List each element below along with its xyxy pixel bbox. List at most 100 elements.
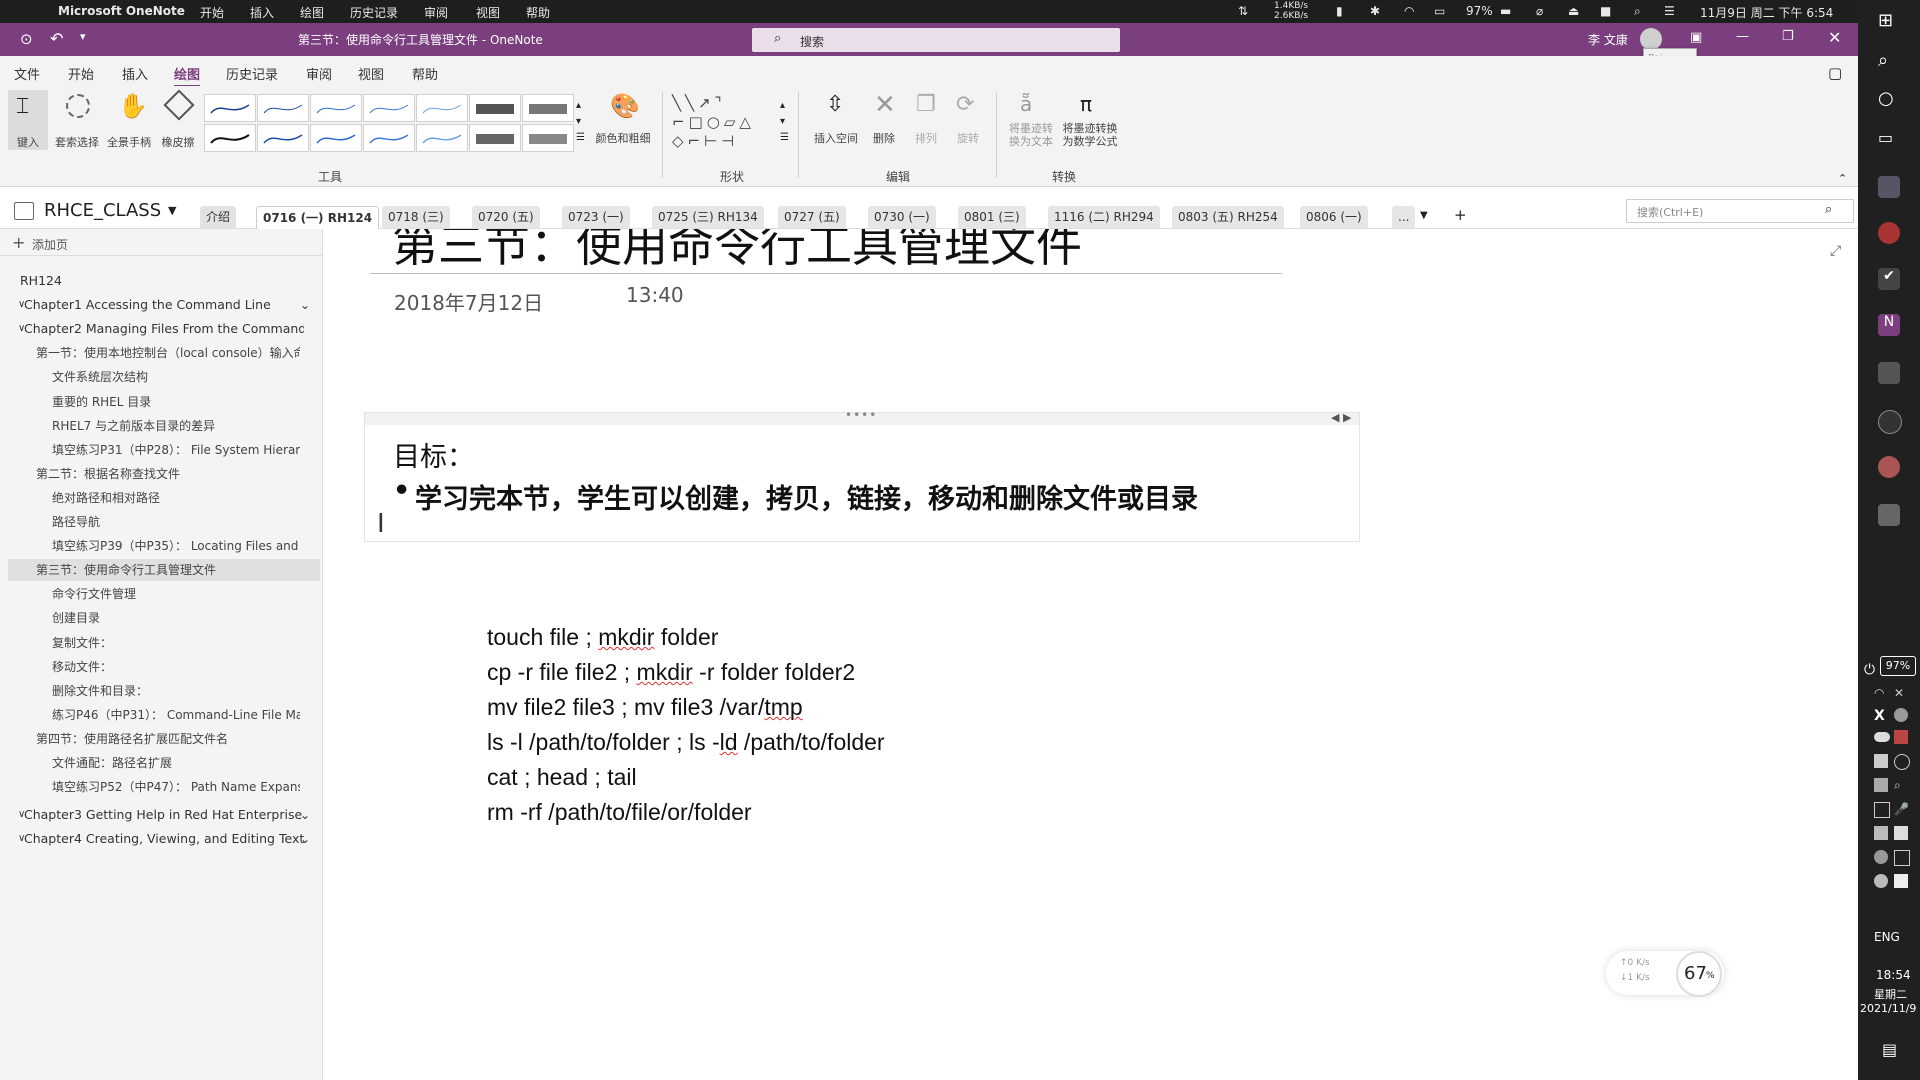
ribbon-display-icon[interactable]: ▣ bbox=[1690, 30, 1702, 45]
app-icon[interactable] bbox=[1878, 410, 1902, 434]
menu-review[interactable]: 审阅 bbox=[424, 4, 448, 21]
sections-dropdown-icon[interactable]: ▼ bbox=[1420, 210, 1428, 221]
speed-widget[interactable]: ↑0 K/s ↓1 K/s 67 % bbox=[1606, 951, 1724, 997]
tray-app-icon[interactable] bbox=[1894, 874, 1908, 888]
highlighter-swatch[interactable] bbox=[469, 94, 521, 122]
pen-swatch[interactable] bbox=[257, 94, 309, 122]
chevron-down-icon[interactable]: ⌄ bbox=[300, 294, 310, 316]
pen-swatch[interactable] bbox=[363, 94, 415, 122]
chevron-down-icon[interactable]: ⌄ bbox=[300, 828, 310, 850]
app-icon[interactable] bbox=[1878, 176, 1900, 198]
section-tab[interactable]: 0723 (一) bbox=[562, 206, 630, 228]
page-item[interactable]: 文件系统层次结构 bbox=[8, 366, 320, 388]
add-page-icon[interactable]: + bbox=[12, 233, 25, 252]
tab-draw[interactable]: 绘图 bbox=[174, 64, 201, 87]
ink-to-text-button[interactable]: ẵ 将墨迹转换为文本 bbox=[1004, 90, 1058, 160]
page-item[interactable]: 第一节：使用本地控制台（local console）输入命 bbox=[8, 342, 320, 364]
tray-app-icon[interactable] bbox=[1894, 708, 1908, 722]
app-icon[interactable] bbox=[1878, 456, 1900, 478]
page-canvas[interactable]: 第三节：使用命令行工具管理文件 2018年7月12日 13:40 ⤢ •••• … bbox=[322, 229, 1858, 1080]
ink-to-math-button[interactable]: π 将墨迹转换为数学公式 bbox=[1060, 90, 1120, 160]
menu-insert[interactable]: 插入 bbox=[250, 4, 274, 21]
onenote-icon[interactable]: N bbox=[1878, 314, 1900, 336]
device-icon[interactable]: ▮ bbox=[1336, 4, 1343, 18]
tab-help[interactable]: 帮助 bbox=[412, 64, 438, 83]
tray-app-icon[interactable] bbox=[1874, 754, 1888, 768]
highlighter-swatch[interactable] bbox=[522, 94, 574, 122]
gallery-up-icon[interactable]: ▴ bbox=[576, 100, 581, 111]
page-item[interactable]: 练习P46（中P31）： Command-Line File Man bbox=[8, 704, 320, 726]
restore-icon[interactable]: ❐ bbox=[1782, 29, 1794, 44]
page-item[interactable]: 删除文件和目录： bbox=[8, 680, 320, 702]
pen-swatch[interactable] bbox=[416, 124, 468, 152]
page-item[interactable]: 创建目录 bbox=[8, 607, 320, 629]
quick-access-dropdown-icon[interactable]: ▾ bbox=[80, 30, 86, 43]
container-right-icon[interactable]: ▶ bbox=[1343, 411, 1351, 424]
page-item[interactable]: Chapter1 Accessing the Command Line ∨ ⌄ bbox=[8, 294, 320, 316]
expand-icon[interactable]: ⤢ bbox=[1830, 243, 1841, 259]
page-item[interactable]: 重要的 RHEL 目录 bbox=[8, 391, 320, 413]
tray-app-icon[interactable] bbox=[1874, 874, 1888, 888]
task-view-icon[interactable]: ▭ bbox=[1878, 128, 1900, 150]
avatar[interactable] bbox=[1640, 28, 1662, 50]
app-icon[interactable] bbox=[1878, 504, 1900, 526]
gallery-more-icon[interactable]: ☰ bbox=[576, 132, 585, 143]
section-tab[interactable]: 0720 (五) bbox=[472, 206, 540, 228]
page-item[interactable]: 命令行文件管理 bbox=[8, 583, 320, 605]
shapes-more-icon[interactable]: ☰ bbox=[780, 132, 789, 143]
page-item[interactable]: 移动文件： bbox=[8, 656, 320, 678]
menu-view[interactable]: 视图 bbox=[476, 4, 500, 21]
section-tab[interactable]: 0727 (五) bbox=[778, 206, 846, 228]
power-icon[interactable]: ⏻ bbox=[1864, 662, 1875, 678]
page-item[interactable]: RHEL7 与之前版本目录的差异 bbox=[8, 415, 320, 437]
notebook-name[interactable]: RHCE_CLASS bbox=[44, 200, 161, 221]
pen-swatch[interactable] bbox=[257, 124, 309, 152]
mute-icon[interactable]: ⌀ bbox=[1536, 4, 1543, 18]
notifications-icon[interactable]: ▢ bbox=[1828, 64, 1842, 82]
page-item[interactable]: 复制文件： bbox=[8, 632, 320, 654]
undo-icon[interactable]: ↶ bbox=[50, 29, 63, 48]
tab-home[interactable]: 开始 bbox=[68, 64, 94, 83]
pen-swatch[interactable] bbox=[310, 94, 362, 122]
user-name[interactable]: 李 文康 bbox=[1588, 31, 1628, 48]
container-left-icon[interactable]: ◀ bbox=[1331, 411, 1339, 424]
tray-app-icon[interactable] bbox=[1874, 778, 1888, 792]
page-item[interactable]: 填空练习P52（中P47）： Path Name Expansi bbox=[8, 776, 320, 798]
command-line[interactable]: rm -rf /path/to/file/or/folder bbox=[487, 799, 752, 826]
shapes-up-icon[interactable]: ▴ bbox=[780, 100, 785, 111]
page-item[interactable]: 文件通配：路径名扩展 bbox=[8, 752, 320, 774]
search-icon[interactable]: ⌕ bbox=[1878, 50, 1900, 72]
menu-history[interactable]: 历史记录 bbox=[350, 4, 398, 21]
more-sections-tab[interactable]: ... bbox=[1392, 206, 1416, 228]
menu-draw[interactable]: 绘图 bbox=[300, 4, 324, 21]
tray-app-icon[interactable] bbox=[1894, 850, 1910, 866]
page-item[interactable]: 路径导航 bbox=[8, 511, 320, 533]
app-icon[interactable] bbox=[1878, 362, 1900, 384]
section-tab[interactable]: 介绍 bbox=[200, 206, 237, 228]
page-item[interactable]: Chapter2 Managing Files From the Command… bbox=[8, 318, 320, 340]
eraser-tool[interactable]: 橡皮擦 bbox=[156, 89, 200, 150]
battery-icon[interactable]: ▬ bbox=[1500, 4, 1511, 18]
x-icon[interactable]: X bbox=[1874, 708, 1885, 724]
menu-help[interactable]: 帮助 bbox=[526, 4, 550, 21]
todo-icon[interactable]: ✔ bbox=[1878, 268, 1900, 290]
pan-tool[interactable]: ✋ 全景手柄 bbox=[104, 90, 154, 150]
wifi-icon[interactable]: ◠ bbox=[1874, 686, 1884, 700]
color-thickness-button[interactable]: 🎨 颜色和粗细 bbox=[590, 90, 656, 150]
section-tab[interactable]: 0806 (一) bbox=[1300, 206, 1368, 228]
mute-icon[interactable]: ✕ bbox=[1894, 686, 1904, 700]
action-center-icon[interactable]: ▤ bbox=[1882, 1040, 1897, 1059]
back-icon[interactable]: ⊙ bbox=[20, 30, 33, 48]
rotate-button[interactable]: ⟳ 旋转 bbox=[950, 90, 986, 150]
command-line[interactable]: ls -l /path/to/folder ; ls -ld /path/to/… bbox=[487, 729, 885, 756]
command-line[interactable]: mv file2 file3 ; mv file3 /var/tmp bbox=[487, 694, 803, 721]
menu-home[interactable]: 开始 bbox=[200, 4, 224, 21]
tray-app-icon[interactable] bbox=[1874, 850, 1888, 864]
eject-icon[interactable]: ⏏ bbox=[1568, 4, 1579, 18]
expand-caret-icon[interactable]: ∨ bbox=[18, 804, 25, 826]
dock-time[interactable]: 18:54 bbox=[1876, 968, 1911, 982]
page-item[interactable]: Chapter3 Getting Help in Red Hat Enterpr… bbox=[8, 804, 320, 826]
command-line[interactable]: cat ; head ; tail bbox=[487, 764, 637, 791]
page-item[interactable]: 第四节：使用路径名扩展匹配文件名 bbox=[8, 728, 320, 750]
command-line[interactable]: cp -r file file2 ; mkdir -r folder folde… bbox=[487, 659, 855, 686]
